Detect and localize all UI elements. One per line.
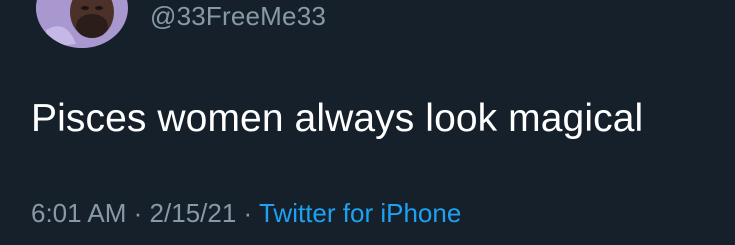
avatar-image	[36, 0, 128, 48]
tweet-metadata: 6:01 AM · 2/15/21 · Twitter for iPhone	[31, 196, 461, 230]
meta-separator: ·	[133, 198, 143, 228]
tweet-date[interactable]: 2/15/21	[150, 198, 237, 228]
tweet-source-link[interactable]: Twitter for iPhone	[259, 198, 461, 228]
tweet-card: @33FreeMe33 Pisces women always look mag…	[0, 0, 735, 245]
meta-separator: ·	[243, 198, 253, 228]
tweet-time[interactable]: 6:01 AM	[31, 198, 126, 228]
user-handle[interactable]: @33FreeMe33	[150, 1, 326, 31]
tweet-text: Pisces women always look magical	[31, 97, 644, 140]
avatar[interactable]	[36, 0, 128, 48]
